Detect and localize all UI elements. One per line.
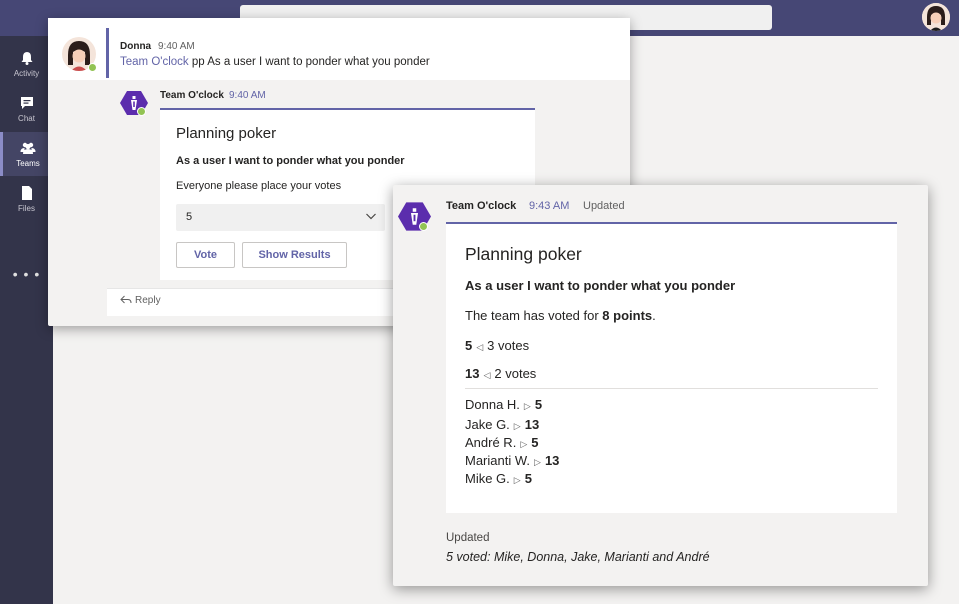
voter-row: Mike G. ▷ 5 bbox=[465, 471, 532, 486]
voter-name: Jake G. bbox=[465, 417, 510, 432]
chat-icon bbox=[20, 97, 33, 109]
bot-author: Team O'clock bbox=[160, 90, 224, 101]
bot-avatar[interactable] bbox=[120, 89, 148, 122]
presence-available-icon bbox=[88, 63, 97, 72]
footer-voted-summary: 5 voted: Mike, Donna, Jake, Marianti and… bbox=[446, 550, 710, 564]
rail-label: Teams bbox=[16, 159, 40, 168]
tally-value: 5 bbox=[465, 338, 473, 353]
message-text: pp As a user I want to ponder what you p… bbox=[188, 56, 430, 68]
voter-vote: 5 bbox=[534, 397, 543, 412]
card-title: Planning poker bbox=[176, 125, 277, 142]
card-subtitle: As a user I want to ponder what you pond… bbox=[176, 155, 405, 167]
voter-vote: 13 bbox=[544, 453, 560, 468]
vote-button[interactable]: Vote bbox=[176, 242, 235, 268]
message-author: Donna bbox=[120, 41, 152, 52]
result-prefix: The team has voted for bbox=[465, 308, 603, 323]
card-subtitle: As a user I want to ponder what you pond… bbox=[465, 278, 736, 293]
voter-row: André R. ▷ 5 bbox=[465, 435, 538, 450]
voter-row: Donna H. ▷ 5 bbox=[465, 397, 542, 412]
voter-name: André R. bbox=[465, 435, 517, 450]
chevron-down-icon bbox=[366, 213, 376, 220]
triangle-right-icon: ▷ bbox=[513, 421, 521, 431]
rail-label: Chat bbox=[18, 114, 35, 123]
select-value: 5 bbox=[186, 211, 193, 223]
message-time[interactable]: 9:40 AM bbox=[229, 90, 266, 101]
voter-vote: 5 bbox=[531, 435, 539, 450]
result-suffix: . bbox=[652, 308, 656, 323]
triangle-right-icon: ▷ bbox=[534, 457, 541, 467]
app-rail: Activity Chat Teams Files • • • bbox=[0, 36, 53, 604]
bot-mention[interactable]: Team O'clock bbox=[120, 56, 189, 68]
voter-vote: 5 bbox=[524, 471, 532, 486]
rail-files[interactable]: Files bbox=[0, 177, 53, 221]
divider bbox=[465, 388, 878, 389]
result-points: 8 points bbox=[602, 308, 653, 323]
message-time: 9:40 AM bbox=[158, 41, 195, 52]
bot-author: Team O'clock bbox=[446, 200, 517, 212]
reply-icon bbox=[120, 295, 132, 304]
tally-row: 5 ◁ 3 votes bbox=[465, 338, 529, 353]
reply-link[interactable]: Reply bbox=[120, 295, 161, 306]
rail-label: Activity bbox=[13, 69, 40, 78]
voter-name: Marianti W. bbox=[465, 453, 531, 468]
triangle-right-icon: ▷ bbox=[520, 439, 528, 449]
user-avatar[interactable] bbox=[922, 3, 950, 31]
card-prompt: Everyone please place your votes bbox=[176, 180, 342, 192]
message-time[interactable]: 9:43 AM bbox=[529, 200, 569, 212]
mention-highlight-bar bbox=[106, 28, 109, 78]
voter-row: Jake G. ▷ 13 bbox=[465, 417, 539, 432]
edited-status: Updated bbox=[583, 200, 625, 212]
triangle-right-icon: ▷ bbox=[513, 475, 521, 485]
presence-available-icon bbox=[137, 107, 146, 116]
footer-updated-label: Updated bbox=[446, 532, 490, 544]
presence-available-icon bbox=[419, 222, 428, 231]
voter-name: Mike G. bbox=[465, 471, 510, 486]
tally-row: 13 ◁ 2 votes bbox=[465, 366, 536, 381]
tally-votes: 3 votes bbox=[487, 338, 530, 353]
triangle-right-icon: ▷ bbox=[523, 401, 531, 411]
file-icon bbox=[21, 186, 32, 200]
triangle-left-icon: ◁ bbox=[476, 342, 484, 352]
tally-votes: 2 votes bbox=[494, 366, 537, 381]
show-results-button[interactable]: Show Results bbox=[242, 242, 347, 268]
bot-avatar[interactable] bbox=[398, 200, 431, 238]
voter-row: Marianti W. ▷ 13 bbox=[465, 453, 559, 468]
voter-name: Donna H. bbox=[465, 397, 520, 412]
tally-value: 13 bbox=[465, 366, 480, 381]
voter-vote: 13 bbox=[524, 417, 540, 432]
teams-icon bbox=[20, 142, 36, 154]
rail-activity[interactable]: Activity bbox=[0, 42, 53, 86]
rail-teams[interactable]: Teams bbox=[0, 132, 53, 176]
card-title: Planning poker bbox=[465, 244, 582, 264]
triangle-left-icon: ◁ bbox=[483, 370, 491, 380]
rail-label: Files bbox=[18, 204, 35, 213]
bell-icon bbox=[21, 52, 32, 65]
vote-select[interactable]: 5 bbox=[176, 204, 385, 231]
rail-chat[interactable]: Chat bbox=[0, 87, 53, 131]
more-apps-icon[interactable]: • • • bbox=[0, 266, 53, 282]
message-body: Team O'clock pp As a user I want to pond… bbox=[120, 56, 430, 68]
reply-label: Reply bbox=[135, 295, 161, 306]
result-summary: The team has voted for 8 points. bbox=[465, 308, 656, 323]
conversation-thread-updated: Team O'clock 9:43 AM Updated Planning po… bbox=[393, 185, 928, 586]
